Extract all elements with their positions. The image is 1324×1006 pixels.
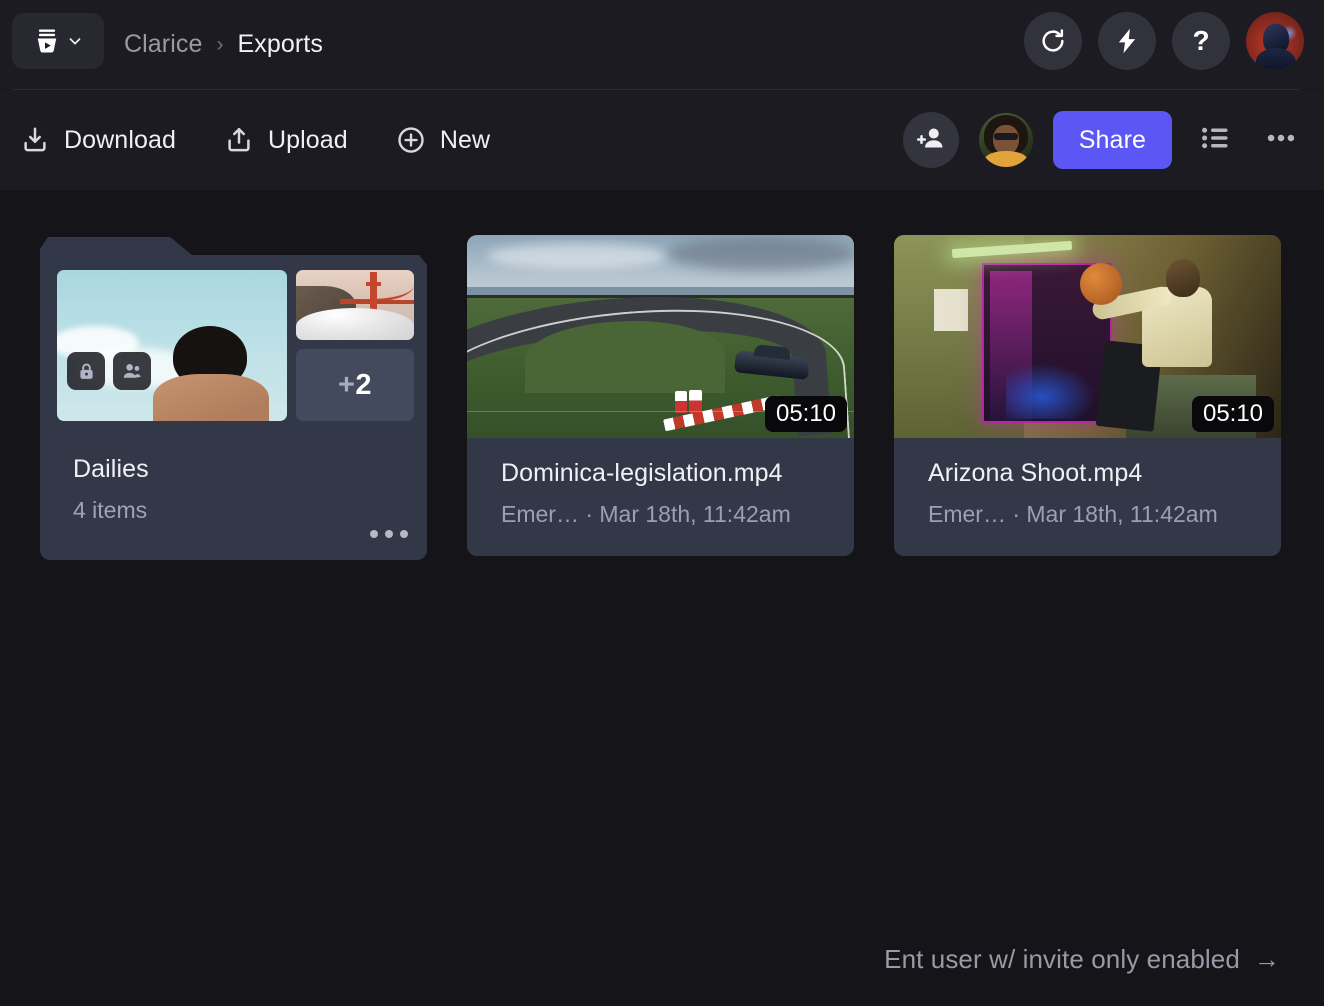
folder-thumbnail-primary <box>57 270 287 421</box>
arrow-right-icon: → <box>1253 944 1280 974</box>
footer-note-text: Ent user w/ invite only enabled <box>884 944 1240 974</box>
download-label: Download <box>64 125 176 154</box>
more-dot <box>370 530 378 538</box>
user-avatar[interactable] <box>1246 12 1304 70</box>
list-view-button[interactable] <box>1192 117 1238 163</box>
breadcrumb-current: Exports <box>237 29 323 58</box>
add-person-button[interactable] <box>902 112 959 168</box>
upload-icon <box>224 125 254 155</box>
more-options-button[interactable] <box>1258 117 1304 163</box>
download-button[interactable]: Download <box>20 125 176 155</box>
video-duration-badge: 05:10 <box>765 396 847 432</box>
video-duration-badge: 05:10 <box>1192 396 1274 432</box>
new-button[interactable]: New <box>396 125 490 155</box>
wave-shape <box>296 308 414 340</box>
person-body-shape <box>153 374 269 421</box>
collab-shirt <box>984 151 1027 167</box>
frameio-bucket-play-icon <box>32 26 62 56</box>
folder-thumbnail-side-stack: +2 <box>296 270 414 421</box>
action-toolbar: Download Upload New Share <box>0 90 1324 190</box>
collab-glasses <box>993 133 1018 140</box>
breadcrumb: Clarice › Exports <box>124 26 323 62</box>
folder-extra-plus: + <box>337 368 356 401</box>
video-submeta: Emer… · Mar 18th, 11:42am <box>501 501 791 527</box>
bridge-cable-shape <box>340 274 414 302</box>
folder-meta: Dailies 4 items <box>73 455 409 524</box>
person-head-shape <box>1166 259 1200 297</box>
topbar-actions: ? <box>1024 12 1304 70</box>
video-name: Dominica-legislation.mp4 <box>501 459 783 487</box>
folder-name: Dailies <box>73 455 149 483</box>
video-card-arizona-shoot[interactable]: 05:10 Arizona Shoot.mp4 Emer… · Mar 18th… <box>894 235 1281 556</box>
more-dot <box>385 530 393 538</box>
download-icon <box>20 125 50 155</box>
collaborator-avatar[interactable] <box>978 113 1033 167</box>
basketball-shape <box>1080 263 1122 305</box>
breadcrumb-root[interactable]: Clarice <box>124 30 203 59</box>
folder-badges <box>67 352 151 390</box>
help-button[interactable]: ? <box>1172 12 1230 70</box>
lightning-button[interactable] <box>1098 12 1156 70</box>
folder-item-count: 4 items <box>73 497 148 523</box>
list-view-icon <box>1199 122 1231 159</box>
footer-note: Ent user w/ invite only enabled → <box>884 944 1280 975</box>
refresh-button[interactable] <box>1024 12 1082 70</box>
more-horizontal-icon <box>1264 121 1298 160</box>
folder-more-button[interactable] <box>370 530 408 538</box>
barrel-shape <box>675 391 687 413</box>
top-bar: Clarice › Exports ? <box>0 0 1324 89</box>
avatar-body <box>1255 48 1296 70</box>
new-label: New <box>439 125 491 154</box>
video-thumbnail-racetrack: 05:10 <box>467 235 854 438</box>
barrel-shape <box>689 390 702 413</box>
paper-notice-shape <box>934 289 968 331</box>
asset-content-area: +2 Dailies 4 items 05:10 Dominica-legisl… <box>0 190 1324 1006</box>
chevron-right-icon: › <box>216 32 224 56</box>
video-name: Arizona Shoot.mp4 <box>928 459 1143 487</box>
lock-icon <box>67 352 105 390</box>
blue-light-shape <box>1006 363 1096 419</box>
lightning-bolt-icon <box>1113 27 1141 55</box>
video-thumbnail-arizona: 05:10 <box>894 235 1281 438</box>
bridge-tower-cross-shape <box>366 282 381 286</box>
workspace-logo-button[interactable] <box>12 13 104 69</box>
chevron-down-icon <box>66 32 84 50</box>
toolbar-primary-actions: Download Upload New <box>20 90 490 190</box>
video-submeta: Emer… · Mar 18th, 11:42am <box>928 501 1218 527</box>
video-meta: Dominica-legislation.mp4 Emer… · Mar 18t… <box>501 459 838 528</box>
share-button[interactable]: Share <box>1052 111 1172 169</box>
folder-card-dailies[interactable]: +2 Dailies 4 items <box>40 235 427 560</box>
refresh-icon <box>1039 27 1067 55</box>
folder-inner: +2 Dailies 4 items <box>40 235 427 560</box>
question-mark-icon: ? <box>1192 25 1210 56</box>
toolbar-secondary-actions: Share <box>902 90 1304 190</box>
folder-thumbnail-secondary <box>296 270 414 340</box>
add-person-icon <box>916 123 946 158</box>
folder-extra-count-tile: +2 <box>296 349 414 421</box>
folder-thumbnail-stack: +2 <box>57 270 414 421</box>
asset-grid: +2 Dailies 4 items 05:10 Dominica-legisl… <box>40 235 1281 560</box>
upload-button[interactable]: Upload <box>224 125 348 155</box>
upload-label: Upload <box>267 125 348 154</box>
more-dot <box>400 530 408 538</box>
people-icon <box>113 352 151 390</box>
video-meta: Arizona Shoot.mp4 Emer… · Mar 18th, 11:4… <box>928 459 1265 528</box>
folder-extra-number: 2 <box>355 368 373 401</box>
bridge-deck-shape <box>340 300 414 304</box>
cloud-shape <box>667 237 854 271</box>
plus-circle-icon <box>396 125 426 155</box>
cloud-shape <box>487 243 667 269</box>
video-card-dominica-legislation[interactable]: 05:10 Dominica-legislation.mp4 Emer… · M… <box>467 235 854 556</box>
